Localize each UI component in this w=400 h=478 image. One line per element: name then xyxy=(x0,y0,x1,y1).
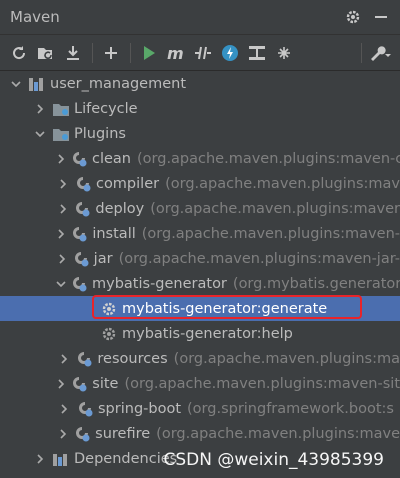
highlight-box xyxy=(92,295,362,319)
plugin-name: resources xyxy=(97,350,168,367)
plugin-icon xyxy=(73,425,91,443)
chevron-right-icon[interactable] xyxy=(56,226,66,242)
chevron-down-icon[interactable] xyxy=(32,126,48,142)
plugin-coordinates: (org.apache.maven.plugins:ma xyxy=(173,350,400,367)
generate-sources-icon[interactable] xyxy=(33,40,59,66)
plugin-name: surefire xyxy=(95,425,151,442)
goal-item-help[interactable]: mybatis-generator:help xyxy=(0,321,400,346)
maven-project-icon xyxy=(28,75,46,93)
show-dependencies-icon[interactable] xyxy=(244,40,270,66)
plugin-name: compiler xyxy=(95,175,160,192)
plugin-item[interactable]: deploy (org.apache.maven.plugins:maver xyxy=(0,196,400,221)
download-icon[interactable] xyxy=(60,40,86,66)
plugin-coordinates: (org.apache.maven.plugins:maven-sit xyxy=(124,375,400,392)
plugin-coordinates: (org.apache.maven.plugins:maven- xyxy=(141,225,400,242)
plugin-name: mybatis-generator xyxy=(92,275,227,292)
panel-title: Maven xyxy=(10,8,60,26)
execute-goal-icon[interactable]: m xyxy=(163,40,189,66)
plugin-icon xyxy=(73,200,91,218)
goal-item-generate[interactable]: mybatis-generator:generate xyxy=(0,295,400,321)
chevron-right-icon[interactable] xyxy=(56,201,69,217)
maven-projects-tree: user_management Lifecycle Plugins clean (… xyxy=(0,71,400,471)
chevron-down-icon[interactable] xyxy=(56,276,66,292)
dependencies-label: Dependencies xyxy=(74,450,178,467)
plugin-coordinates: (org.springframework.boot:s xyxy=(187,400,394,417)
plugins-label: Plugins xyxy=(74,125,126,142)
plugin-icon xyxy=(74,175,92,193)
minimize-icon[interactable] xyxy=(370,6,392,28)
plugin-item[interactable]: resources (org.apache.maven.plugins:ma xyxy=(0,346,400,371)
svg-text:m: m xyxy=(167,45,184,61)
tool-window-header: Maven xyxy=(0,0,400,35)
add-icon[interactable] xyxy=(98,40,124,66)
tree-item-project[interactable]: user_management xyxy=(0,71,400,96)
plugin-item[interactable]: spring-boot (org.springframework.boot:s xyxy=(0,396,400,421)
plugin-item[interactable]: site (org.apache.maven.plugins:maven-sit xyxy=(0,371,400,396)
plugin-coordinates: (org.mybatis.generator xyxy=(232,275,400,292)
plugin-item[interactable]: clean (org.apache.maven.plugins:maven-c xyxy=(0,146,400,171)
run-icon[interactable] xyxy=(136,40,162,66)
plugin-coordinates: (org.apache.maven.plugins:maven-jar- xyxy=(118,250,400,267)
lifecycle-label: Lifecycle xyxy=(74,100,138,117)
gear-icon xyxy=(100,325,118,343)
maven-toolbar: m xyxy=(0,35,400,71)
chevron-right-icon[interactable] xyxy=(56,351,71,367)
plugin-icon xyxy=(76,400,94,418)
plugin-coordinates: (org.apache.maven.plugins:maver xyxy=(150,200,400,217)
collapse-all-icon[interactable] xyxy=(271,40,297,66)
plugin-item[interactable]: surefire (org.apache.maven.plugins:mave xyxy=(0,421,400,446)
plugin-icon xyxy=(75,350,93,368)
tree-item-plugins[interactable]: Plugins xyxy=(0,121,400,146)
plugin-name: jar xyxy=(93,250,113,267)
plugin-name: deploy xyxy=(95,200,145,217)
toolbar-separator xyxy=(130,42,131,63)
plugin-icon xyxy=(70,150,88,168)
chevron-right-icon[interactable] xyxy=(56,426,69,442)
gear-icon[interactable] xyxy=(342,6,364,28)
plugin-name: spring-boot xyxy=(98,400,182,417)
plugin-coordinates: (org.apache.maven.plugins:maven-c xyxy=(137,150,400,167)
chevron-right-icon[interactable] xyxy=(56,376,66,392)
plugin-item[interactable]: compiler (org.apache.maven.plugins:mav xyxy=(0,171,400,196)
plugin-item[interactable]: jar (org.apache.maven.plugins:maven-jar- xyxy=(0,246,400,271)
toolbar-separator xyxy=(361,42,362,63)
plugin-coordinates: (org.apache.maven.plugins:mav xyxy=(165,175,400,192)
tree-item-lifecycle[interactable]: Lifecycle xyxy=(0,96,400,121)
goal-name: mybatis-generator:help xyxy=(122,325,293,342)
chevron-right-icon[interactable] xyxy=(56,251,68,267)
plugin-name: site xyxy=(92,375,119,392)
plugin-icon xyxy=(70,275,88,293)
project-name: user_management xyxy=(50,75,187,92)
toolbar-separator xyxy=(92,42,93,63)
watermark: CSDN @weixin_43985399 xyxy=(163,450,384,470)
folder-gear-icon xyxy=(52,125,70,143)
plugin-item-mybatis-generator[interactable]: mybatis-generator (org.mybatis.generator xyxy=(0,271,400,296)
plugin-name: clean xyxy=(92,150,131,167)
chevron-right-icon[interactable] xyxy=(32,101,48,117)
settings-wrench-icon[interactable] xyxy=(367,40,393,66)
chevron-right-icon[interactable] xyxy=(56,401,72,417)
reload-icon[interactable] xyxy=(6,40,32,66)
chevron-right-icon[interactable] xyxy=(32,451,48,467)
toggle-offline-icon[interactable] xyxy=(190,40,216,66)
chevron-right-icon[interactable] xyxy=(56,176,70,192)
chevron-down-icon[interactable] xyxy=(8,76,24,92)
plugin-item[interactable]: install (org.apache.maven.plugins:maven- xyxy=(0,221,400,246)
plugin-icon xyxy=(70,375,88,393)
skip-tests-icon[interactable] xyxy=(217,40,243,66)
plugin-icon xyxy=(70,225,88,243)
plugin-icon xyxy=(72,250,90,268)
chevron-right-icon[interactable] xyxy=(56,151,66,167)
plugin-name: install xyxy=(92,225,136,242)
dependencies-icon xyxy=(52,450,70,468)
plugin-coordinates: (org.apache.maven.plugins:mave xyxy=(156,425,400,442)
folder-gear-icon xyxy=(52,100,70,118)
